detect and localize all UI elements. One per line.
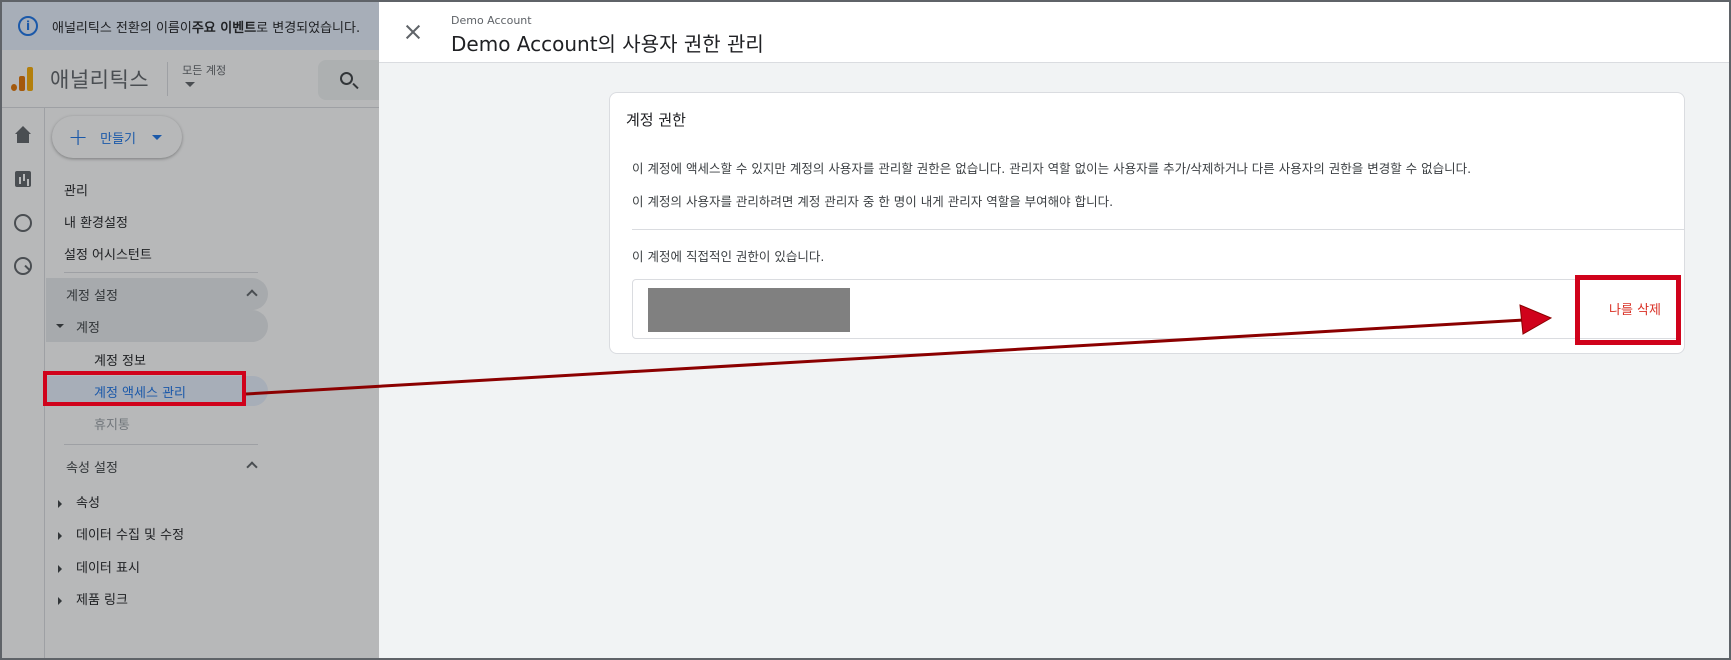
window-frame xyxy=(0,0,1731,660)
